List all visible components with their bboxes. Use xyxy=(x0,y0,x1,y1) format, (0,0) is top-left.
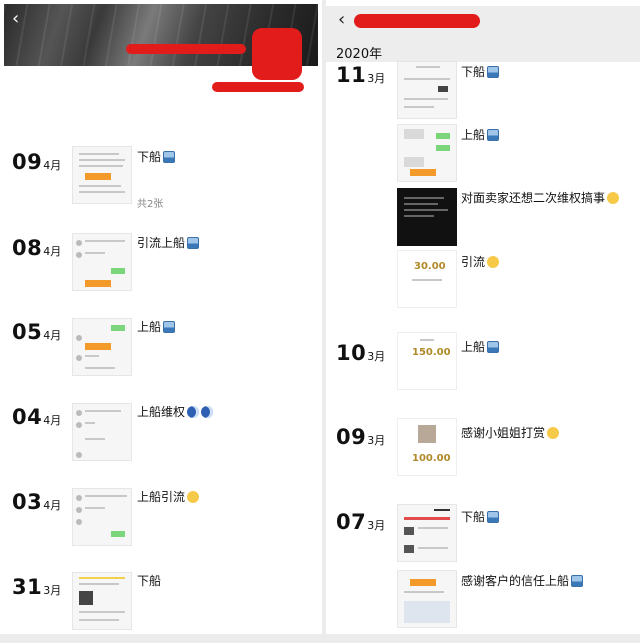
post-thumbnail[interactable] xyxy=(72,233,132,291)
smile-icon xyxy=(607,192,620,204)
entry-date: 084月 xyxy=(12,236,61,260)
entry-date: 313月 xyxy=(12,575,61,599)
post-thumbnail[interactable] xyxy=(72,403,132,461)
screenshot-collage: ‹ 094月 下船 共2张 084月 引流上船 054月 上船 044月 上船维… xyxy=(0,0,640,643)
month: 3月 xyxy=(43,584,62,597)
post-thumbnail[interactable]: 150.00 xyxy=(397,332,457,390)
post-caption: 下船 xyxy=(461,508,500,525)
post-caption: 上船 xyxy=(137,318,176,335)
day: 09 xyxy=(336,425,367,449)
post-thumbnail[interactable]: 30.00 xyxy=(397,250,457,308)
month: 4月 xyxy=(43,159,62,172)
post-caption: 上船引流 xyxy=(137,488,200,505)
post-caption: 下船 xyxy=(461,63,500,80)
entry-date: 103月 xyxy=(336,341,385,365)
post-thumbnail[interactable] xyxy=(72,146,132,204)
month: 4月 xyxy=(43,414,62,427)
month: 3月 xyxy=(367,519,386,532)
ship-icon xyxy=(487,129,500,141)
ship-icon xyxy=(163,321,176,333)
day: 09 xyxy=(12,150,43,174)
ship-icon xyxy=(487,66,500,78)
back-chevron-left-icon[interactable]: ‹ xyxy=(12,10,19,28)
entry-date: 094月 xyxy=(12,150,61,174)
year-heading: 2020年 xyxy=(336,47,383,62)
bottom-bar xyxy=(326,634,640,643)
month: 3月 xyxy=(367,72,386,85)
back-chevron-left-icon[interactable]: ‹ xyxy=(338,11,345,29)
smile-icon xyxy=(187,491,200,503)
post-caption: 上船维权 xyxy=(137,403,214,420)
post-caption: 引流上船 xyxy=(137,234,200,251)
day: 04 xyxy=(12,405,43,429)
redacted-avatar xyxy=(252,28,302,80)
day: 11 xyxy=(336,63,367,87)
post-caption: 下船 xyxy=(137,148,176,165)
day: 05 xyxy=(12,320,43,344)
post-thumbnail[interactable]: 100.00 xyxy=(397,418,457,476)
day: 10 xyxy=(336,341,367,365)
post-thumbnail[interactable] xyxy=(397,570,457,628)
moon-icon xyxy=(187,406,200,418)
entry-date: 054月 xyxy=(12,320,61,344)
entry-date: 073月 xyxy=(336,510,385,534)
post-caption: 上船 xyxy=(461,126,500,143)
smile-icon xyxy=(487,256,500,268)
ship-icon xyxy=(163,151,176,163)
post-thumbnail[interactable] xyxy=(397,188,457,246)
month: 4月 xyxy=(43,499,62,512)
moon-icon xyxy=(201,406,214,418)
redacted-signature xyxy=(212,82,304,92)
entry-date: 034月 xyxy=(12,490,61,514)
month: 4月 xyxy=(43,329,62,342)
redacted-name xyxy=(126,44,246,54)
month: 4月 xyxy=(43,245,62,258)
post-thumbnail[interactable] xyxy=(397,61,457,119)
ship-icon xyxy=(571,575,584,587)
entry-date: 044月 xyxy=(12,405,61,429)
day: 07 xyxy=(336,510,367,534)
entry-date: 093月 xyxy=(336,425,385,449)
post-caption: 感谢小姐姐打赏 xyxy=(461,424,560,441)
ship-icon xyxy=(487,511,500,523)
post-caption: 引流 xyxy=(461,253,500,270)
day: 31 xyxy=(12,575,43,599)
bottom-bar xyxy=(0,634,322,643)
post-thumbnail[interactable] xyxy=(72,488,132,546)
day: 03 xyxy=(12,490,43,514)
month: 3月 xyxy=(367,434,386,447)
post-caption: 对面卖家还想二次维权搞事 xyxy=(461,189,620,206)
post-caption: 感谢客户的信任上船 xyxy=(461,572,584,589)
post-caption: 下船 xyxy=(137,574,162,588)
post-thumbnail[interactable] xyxy=(397,504,457,562)
smile-icon xyxy=(547,427,560,439)
ship-icon xyxy=(187,237,200,249)
day: 08 xyxy=(12,236,43,260)
entry-date: 113月 xyxy=(336,63,385,87)
divider xyxy=(322,0,326,643)
redacted-name xyxy=(354,14,480,28)
post-thumbnail[interactable] xyxy=(72,572,132,630)
post-caption: 上船 xyxy=(461,338,500,355)
post-thumbnail[interactable] xyxy=(397,124,457,182)
ship-icon xyxy=(487,341,500,353)
image-count: 共2张 xyxy=(137,199,164,210)
month: 3月 xyxy=(367,350,386,363)
post-thumbnail[interactable] xyxy=(72,318,132,376)
